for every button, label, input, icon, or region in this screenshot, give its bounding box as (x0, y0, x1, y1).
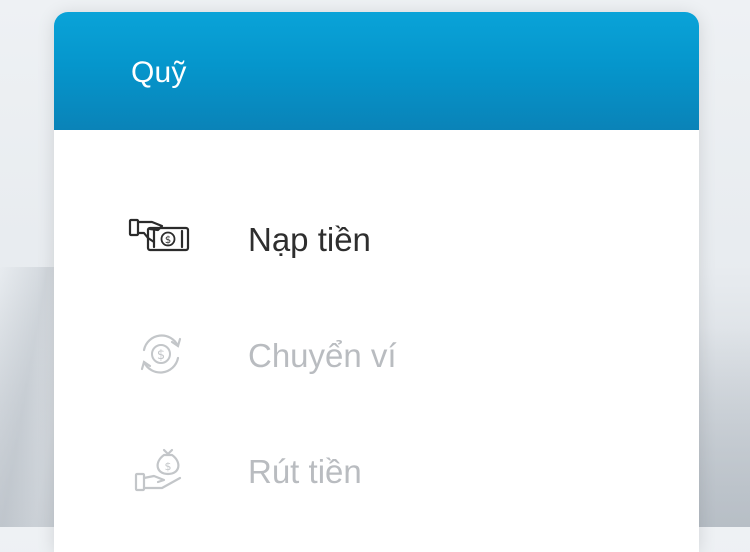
fund-panel: Quỹ $ Nạp tiền $ Chuyển ví $ Rút tiền (54, 12, 699, 552)
svg-text:$: $ (165, 460, 172, 473)
svg-text:$: $ (165, 235, 171, 246)
cash-deposit-icon: $ (128, 212, 194, 264)
panel-title: Quỹ (131, 56, 187, 89)
wallet-transfer-icon: $ (128, 328, 194, 380)
svg-text:$: $ (157, 348, 165, 363)
menu-item-label: Chuyển ví (248, 337, 397, 374)
money-bag-withdraw-icon: $ (128, 444, 194, 496)
panel-header: Quỹ (54, 12, 699, 130)
menu-item-withdraw[interactable]: $ Rút tiền (54, 430, 699, 510)
menu-item-wallet-transfer[interactable]: $ Chuyển ví (54, 314, 699, 394)
menu-item-label: Nạp tiền (248, 221, 371, 258)
menu-item-deposit[interactable]: $ Nạp tiền (54, 198, 699, 278)
background-decoration-right (690, 327, 750, 527)
menu-item-label: Rút tiền (248, 453, 362, 490)
